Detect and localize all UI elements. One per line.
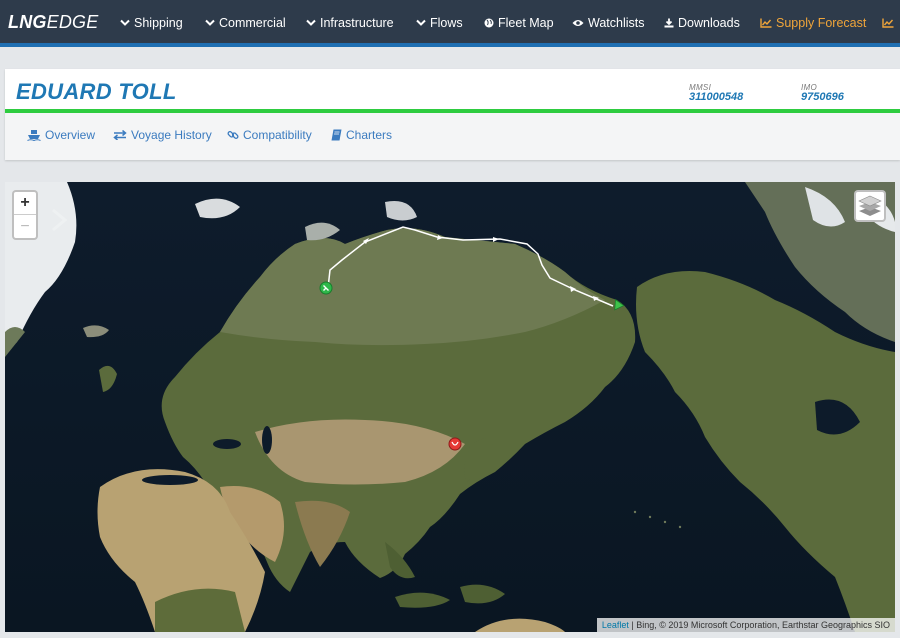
chevron-down-icon xyxy=(120,19,130,26)
link-icon xyxy=(227,131,239,139)
map-attribution: Leaflet | Bing, © 2019 Microsoft Corpora… xyxy=(596,618,895,632)
tab-compatibility-label: Compatibility xyxy=(243,128,312,142)
vessel-map[interactable]: + − Leaflet | Bing, © 2019 Microsoft Cor… xyxy=(5,182,895,632)
line-chart-icon xyxy=(882,18,894,28)
tab-voyage-history-label: Voyage History xyxy=(131,128,212,142)
line-chart-icon xyxy=(760,18,772,28)
download-icon xyxy=(664,18,674,28)
nav-shipping-label: Shipping xyxy=(134,16,183,30)
zoom-in-button[interactable]: + xyxy=(14,192,36,215)
tab-overview-label: Overview xyxy=(45,128,96,142)
vessel-tabs: Overview Voyage History Compatibility Ch… xyxy=(5,113,900,160)
nav-fleet-map[interactable]: Fleet Map xyxy=(484,15,554,31)
satellite-map-tiles xyxy=(5,182,895,632)
eye-icon xyxy=(572,20,584,26)
nav-shipping[interactable]: Shipping xyxy=(120,15,183,31)
layers-icon xyxy=(858,195,882,216)
nav-overflow-item[interactable] xyxy=(882,15,898,31)
chevron-down-icon xyxy=(205,19,215,26)
nav-flows-label: Flows xyxy=(430,16,463,30)
tab-compatibility[interactable]: Compatibility xyxy=(227,128,312,142)
nav-watchlists[interactable]: Watchlists xyxy=(572,15,645,31)
nav-supply-forecast-label: Supply Forecast xyxy=(776,16,867,30)
origin-marker-icon xyxy=(319,281,333,295)
book-icon xyxy=(331,129,342,141)
layers-button[interactable] xyxy=(854,190,886,222)
brand-logo-light: EDGE xyxy=(46,12,99,32)
tab-overview[interactable]: Overview xyxy=(27,128,95,142)
tab-voyage-history[interactable]: Voyage History xyxy=(113,128,212,142)
top-navbar: LNGEDGE Shipping Commercial Infrastructu… xyxy=(0,0,900,47)
leaflet-link[interactable]: Leaflet xyxy=(602,620,629,630)
nav-commercial[interactable]: Commercial xyxy=(205,15,286,31)
nav-fleet-map-label: Fleet Map xyxy=(498,16,554,30)
mmsi-value: 311000548 xyxy=(689,91,744,103)
nav-downloads[interactable]: Downloads xyxy=(664,15,740,31)
destination-marker-icon xyxy=(448,437,462,451)
nav-infrastructure[interactable]: Infrastructure xyxy=(306,15,394,31)
vessel-header-card: EDUARD TOLL MMSI 311000548 IMO 9750696 O… xyxy=(5,69,900,160)
nav-infrastructure-label: Infrastructure xyxy=(320,16,394,30)
attribution-text: | Bing, © 2019 Microsoft Corporation, Ea… xyxy=(628,620,890,630)
tab-charters-label: Charters xyxy=(346,128,393,142)
zoom-out-button[interactable]: − xyxy=(14,215,36,238)
brand-logo[interactable]: LNGEDGE xyxy=(8,12,98,33)
nav-flows[interactable]: Flows xyxy=(416,15,463,31)
nav-commercial-label: Commercial xyxy=(219,16,286,30)
zoom-control: + − xyxy=(12,190,38,240)
exchange-icon xyxy=(113,130,127,140)
ship-icon xyxy=(27,130,41,141)
nav-watchlists-label: Watchlists xyxy=(588,16,645,30)
nav-supply-forecast[interactable]: Supply Forecast xyxy=(760,15,866,31)
nav-downloads-label: Downloads xyxy=(678,16,740,30)
imo-value: 9750696 xyxy=(801,91,844,103)
vessel-name: EDUARD TOLL xyxy=(16,79,177,104)
tab-charters[interactable]: Charters xyxy=(331,128,392,142)
chevron-down-icon xyxy=(416,19,426,26)
globe-icon xyxy=(484,18,494,28)
brand-logo-bold: LNG xyxy=(8,12,47,32)
chevron-down-icon xyxy=(306,19,316,26)
